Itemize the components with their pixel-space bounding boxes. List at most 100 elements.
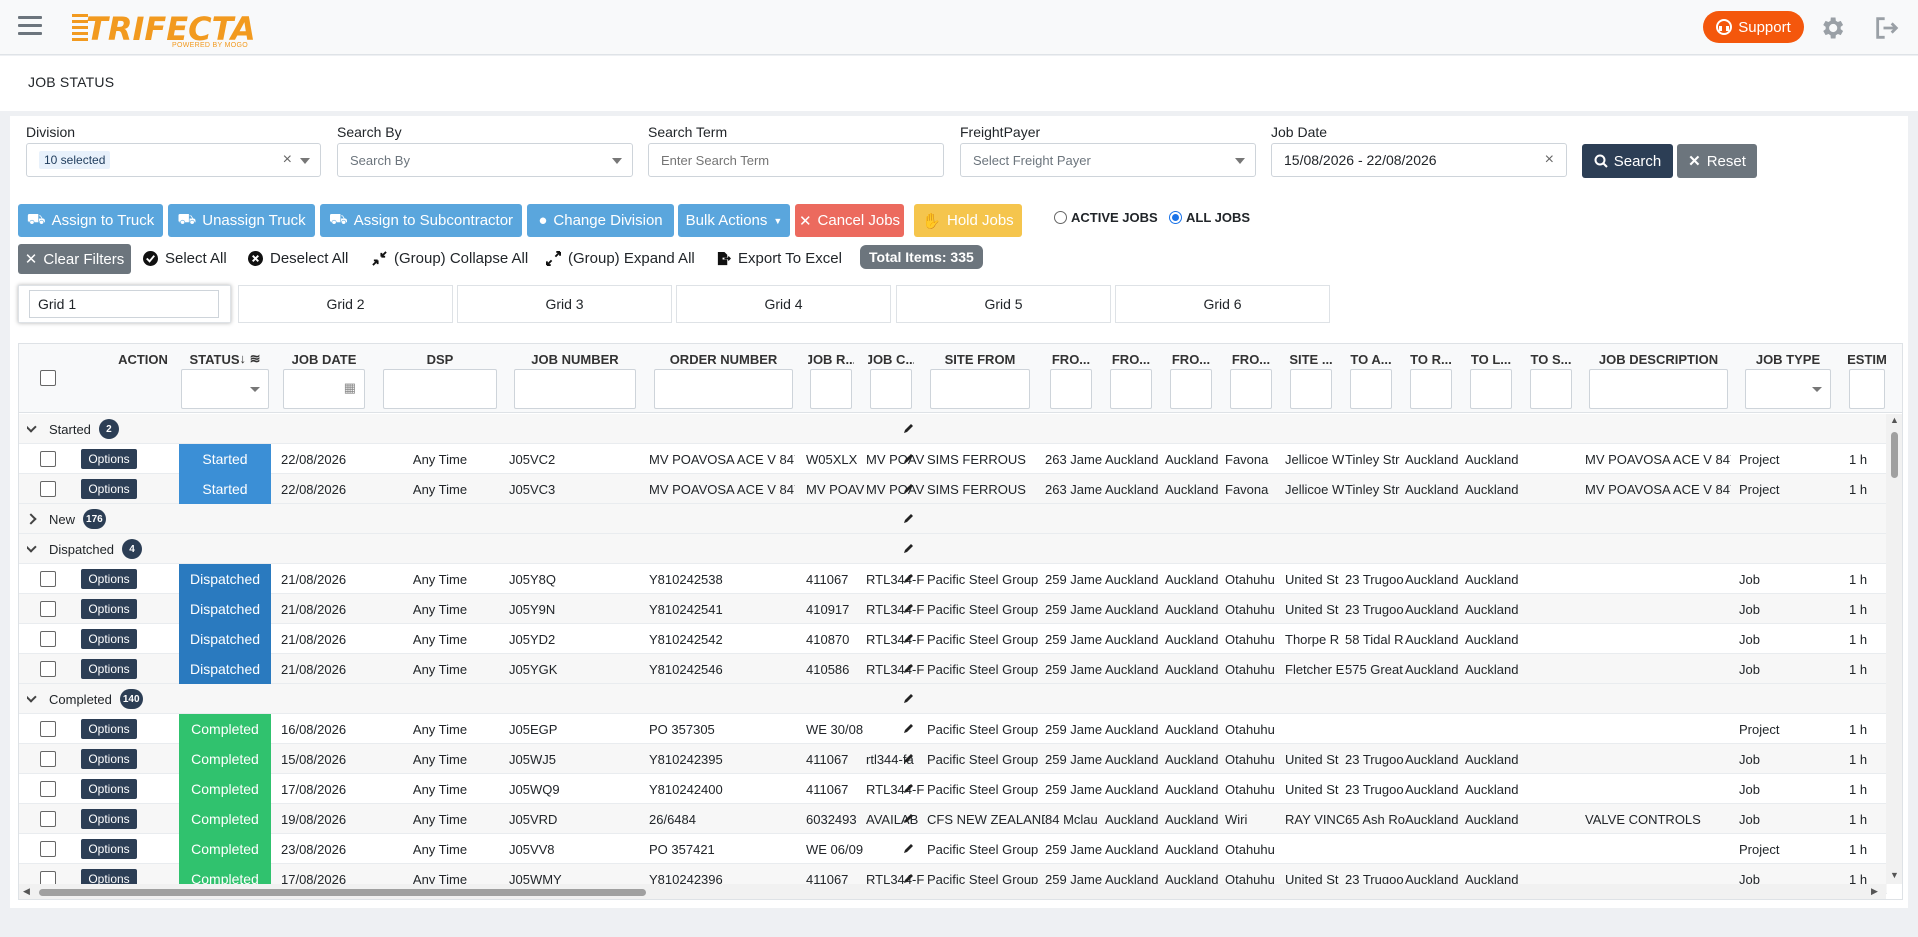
active-jobs-radio[interactable]: ACTIVE JOBS — [1054, 210, 1158, 225]
search-by-select[interactable]: Search By — [337, 143, 633, 177]
column-filter-input[interactable] — [383, 369, 497, 409]
column-filter-input[interactable] — [1849, 369, 1885, 409]
radio-circle-selected[interactable] — [1169, 211, 1182, 224]
bulk-actions-button[interactable]: Bulk Actions ▼ — [678, 204, 790, 237]
row-checkbox[interactable] — [40, 571, 56, 587]
row-checkbox[interactable] — [40, 451, 56, 467]
column-header[interactable]: ACTION — [99, 348, 187, 370]
column-header[interactable]: JOB NUMBER — [512, 348, 638, 370]
column-header[interactable]: TO S... — [1528, 348, 1574, 370]
pencil-icon[interactable] — [902, 871, 916, 885]
calendar-icon[interactable]: ▦ — [344, 380, 356, 396]
menu-icon[interactable] — [18, 16, 42, 36]
row-checkbox[interactable] — [40, 751, 56, 767]
column-filter-input[interactable] — [1050, 369, 1092, 409]
pencil-icon[interactable] — [902, 451, 916, 465]
pencil-icon[interactable] — [902, 571, 916, 585]
table-row[interactable]: Options Dispatched 21/08/2026 Any Time J05YD… — [19, 624, 1887, 654]
column-header[interactable]: FRO... — [1228, 348, 1274, 370]
pencil-icon[interactable] — [902, 481, 916, 495]
freight-payer-select[interactable]: Select Freight Payer — [960, 143, 1256, 177]
expand-all-button[interactable]: (Group) Expand All — [546, 245, 695, 271]
pencil-icon[interactable] — [902, 721, 916, 735]
hold-jobs-button[interactable]: ✋ Hold Jobs — [914, 204, 1022, 237]
tab-grid-3[interactable]: Grid 3 — [457, 285, 672, 323]
options-button[interactable]: Options — [81, 599, 137, 619]
column-header[interactable]: SITE ... — [1288, 348, 1334, 370]
options-button[interactable]: Options — [81, 629, 137, 649]
table-row[interactable]: Options Completed 16/08/2026 Any Time J05EGP… — [19, 714, 1887, 744]
row-checkbox[interactable] — [40, 841, 56, 857]
radio-circle[interactable] — [1054, 211, 1067, 224]
column-filter-input[interactable] — [181, 369, 269, 409]
vertical-scrollbar[interactable]: ▲ ▼ — [1886, 414, 1902, 884]
row-checkbox[interactable] — [40, 481, 56, 497]
column-filter-input[interactable] — [1290, 369, 1332, 409]
search-term-input[interactable] — [648, 143, 944, 177]
select-all-button[interactable]: Select All — [143, 245, 227, 271]
options-button[interactable]: Options — [81, 749, 137, 769]
column-header[interactable]: DSP — [381, 348, 499, 370]
column-header[interactable]: JOB C... — [868, 348, 914, 370]
column-header[interactable]: TO L... — [1468, 348, 1514, 370]
pencil-icon[interactable] — [902, 781, 916, 795]
table-row[interactable]: Options Dispatched 21/08/2026 Any Time J05YG… — [19, 654, 1887, 684]
gear-icon[interactable] — [1818, 14, 1846, 42]
unassign-truck-button[interactable]: ⛟ Unassign Truck — [168, 204, 315, 237]
column-header[interactable]: ORDER NUMBER — [652, 348, 795, 370]
pencil-icon[interactable] — [902, 421, 916, 435]
change-division-button[interactable]: ● Change Division — [527, 204, 674, 237]
pencil-icon[interactable] — [902, 751, 916, 765]
grid-1-label[interactable]: Grid 1 — [29, 290, 219, 318]
column-filter-input[interactable] — [1410, 369, 1452, 409]
clear-date-icon[interactable]: × — [1545, 151, 1554, 169]
chevron-down-icon[interactable] — [27, 691, 37, 703]
table-row[interactable]: Options Completed 19/08/2026 Any Time J05VRD… — [19, 804, 1887, 834]
options-button[interactable]: Options — [81, 839, 137, 859]
table-row[interactable]: Options Started 22/08/2026 Any Time J05VC2 MV… — [19, 444, 1887, 474]
column-filter-input[interactable]: ▦ — [283, 369, 365, 409]
column-header[interactable]: SITE FROM — [928, 348, 1032, 370]
table-row[interactable]: Options Dispatched 21/08/2026 Any Time J05Y9… — [19, 594, 1887, 624]
row-checkbox[interactable] — [40, 661, 56, 677]
table-row[interactable]: Options Dispatched 21/08/2026 Any Time J05Y8… — [19, 564, 1887, 594]
tab-grid-1[interactable]: Grid 1 — [18, 285, 231, 323]
table-row[interactable]: Options Started 22/08/2026 Any Time J05VC3 MV… — [19, 474, 1887, 504]
logout-icon[interactable] — [1873, 14, 1901, 42]
chevron-down-icon[interactable] — [27, 541, 37, 553]
pencil-icon[interactable] — [902, 511, 916, 525]
row-checkbox[interactable] — [40, 601, 56, 617]
pencil-icon[interactable] — [902, 631, 916, 645]
options-button[interactable]: Options — [81, 809, 137, 829]
column-filter-input[interactable] — [1745, 369, 1831, 409]
job-date-input[interactable]: 15/08/2026 - 22/08/2026 × — [1271, 143, 1567, 177]
tab-grid-4[interactable]: Grid 4 — [676, 285, 891, 323]
pencil-icon[interactable] — [902, 541, 916, 555]
column-filter-input[interactable] — [1230, 369, 1272, 409]
collapse-all-button[interactable]: (Group) Collapse All — [372, 245, 528, 271]
cancel-jobs-button[interactable]: ✕ Cancel Jobs — [795, 204, 904, 237]
search-button[interactable]: Search — [1582, 144, 1673, 178]
options-button[interactable]: Options — [81, 779, 137, 799]
division-select[interactable]: 10 selected × — [26, 143, 321, 177]
clear-filters-button[interactable]: ✕ Clear Filters — [18, 244, 131, 274]
export-excel-button[interactable]: Export To Excel — [716, 245, 842, 271]
clear-division-icon[interactable]: × — [283, 151, 292, 169]
table-row[interactable]: Options Completed 17/08/2026 Any Time J05WQ9… — [19, 774, 1887, 804]
column-filter-input[interactable] — [870, 369, 912, 409]
options-button[interactable]: Options — [81, 659, 137, 679]
column-header[interactable]: TO R... — [1408, 348, 1454, 370]
tab-grid-5[interactable]: Grid 5 — [896, 285, 1111, 323]
reset-button[interactable]: ✕ Reset — [1677, 144, 1757, 178]
table-row[interactable]: Options Completed 23/08/2026 Any Time J05VV8… — [19, 834, 1887, 864]
column-header[interactable]: JOB R... — [808, 348, 854, 370]
tab-grid-6[interactable]: Grid 6 — [1115, 285, 1330, 323]
row-checkbox[interactable] — [40, 811, 56, 827]
group-row-new[interactable]: New 176 — [19, 504, 1887, 534]
column-header[interactable]: FRO... — [1048, 348, 1094, 370]
all-jobs-radio[interactable]: ALL JOBS — [1169, 210, 1250, 225]
column-header[interactable]: FRO... — [1168, 348, 1214, 370]
deselect-all-button[interactable]: Deselect All — [248, 245, 348, 271]
pencil-icon[interactable] — [902, 661, 916, 675]
group-row-dispatched[interactable]: Dispatched 4 — [19, 534, 1887, 564]
